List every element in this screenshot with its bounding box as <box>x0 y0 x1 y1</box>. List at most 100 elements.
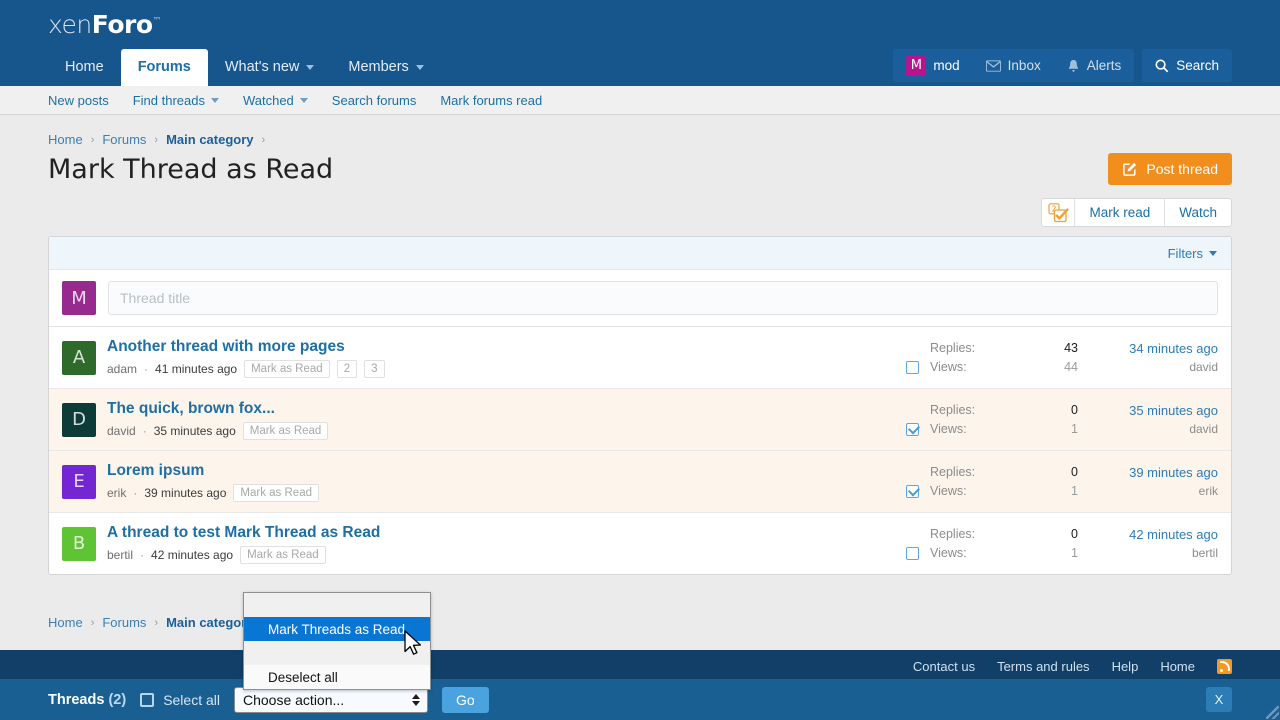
table-row[interactable]: D The quick, brown fox... david · 35 minutes… <box>49 389 1231 451</box>
breadcrumb-item[interactable]: Home <box>48 132 83 147</box>
filter-bar: Filters <box>49 237 1231 270</box>
user-account-link[interactable]: M mod <box>893 49 972 82</box>
nav-tab-members[interactable]: Members <box>331 49 440 86</box>
choose-action-select[interactable]: Choose action... <box>234 686 428 713</box>
subnav-item-label: Watched <box>242 92 294 108</box>
dropdown-option[interactable]: Mark Threads as Read <box>244 617 430 641</box>
thread-title-link[interactable]: A thread to test Mark Thread as Read <box>107 523 380 542</box>
table-row[interactable]: B A thread to test Mark Thread as Read ber… <box>49 513 1231 574</box>
subnav-item-new-posts[interactable]: New posts <box>48 93 121 108</box>
thread-author[interactable]: david <box>107 424 136 438</box>
user-bar: M mod Inbox Alerts Search <box>893 49 1232 82</box>
page-number-link[interactable]: 2 <box>336 360 358 378</box>
thread-main: The quick, brown fox... david · 35 minutes … <box>96 399 894 440</box>
thread-select-checkbox[interactable] <box>905 547 919 560</box>
dropdown-option[interactable]: Deselect all <box>244 665 430 689</box>
choose-action-value: Choose action... <box>243 691 345 708</box>
watch-button[interactable]: Watch <box>1165 199 1231 226</box>
thread-meta: bertil · 42 minutes ago Mark as Read <box>107 546 894 564</box>
subnav-item-mark-forums-read[interactable]: Mark forums read <box>440 93 554 108</box>
filters-button[interactable]: Filters <box>1168 246 1217 261</box>
last-post-author[interactable]: bertil <box>1078 544 1218 563</box>
mark-read-icon-cell[interactable]: 2 <box>1042 199 1076 226</box>
dropdown-option-blank[interactable] <box>244 593 430 617</box>
thread-select-checkbox[interactable] <box>905 361 919 374</box>
mark-as-read-button[interactable]: Mark as Read <box>244 360 330 378</box>
logo-text-thin: xen <box>48 10 92 39</box>
thread-select-cell <box>894 523 930 564</box>
inbox-link[interactable]: Inbox <box>973 49 1054 82</box>
nav-tab-home[interactable]: Home <box>48 49 121 86</box>
nav-tab-what-s-new[interactable]: What's new <box>208 49 332 86</box>
views-value: 1 <box>1071 421 1078 436</box>
views-value: 44 <box>1064 359 1078 374</box>
replies-line: Replies: 0 <box>930 525 1078 544</box>
avatar[interactable]: D <box>62 402 96 437</box>
rss-icon[interactable] <box>1217 659 1232 674</box>
select-arrows-icon <box>412 693 420 706</box>
mark-as-read-button[interactable]: Mark as Read <box>242 422 329 440</box>
footer-link[interactable]: Help <box>1112 659 1139 674</box>
post-thread-button[interactable]: Post thread <box>1108 153 1232 185</box>
avatar[interactable]: B <box>62 526 96 561</box>
thread-author[interactable]: erik <box>107 486 126 500</box>
alerts-link[interactable]: Alerts <box>1054 49 1135 82</box>
subnav-item-search-forums[interactable]: Search forums <box>332 93 429 108</box>
checkbox-badge-icon: 2 <box>1048 202 1069 222</box>
table-row[interactable]: A Another thread with more pages adam · 41 m… <box>49 327 1231 389</box>
thread-title-link[interactable]: Lorem ipsum <box>107 461 204 480</box>
breadcrumb-item[interactable]: Main category <box>166 132 253 147</box>
utility-group: 2 Mark read Watch <box>1041 198 1232 227</box>
thread-title-input[interactable] <box>108 281 1218 315</box>
thread-stats: Replies: 0 Views: 1 <box>930 463 1078 501</box>
replies-line: Replies: 0 <box>930 463 1078 482</box>
mark-as-read-button[interactable]: Mark as Read <box>233 484 319 502</box>
nav-tab-forums[interactable]: Forums <box>120 49 208 86</box>
last-post-cell: 39 minutes ago erik <box>1078 463 1218 501</box>
select-all-checkbox[interactable] <box>140 692 155 707</box>
thread-author[interactable]: adam <box>107 362 137 376</box>
mark-read-button[interactable]: Mark read <box>1075 199 1166 226</box>
last-post-author[interactable]: david <box>1078 420 1218 439</box>
page-number-link[interactable]: 3 <box>364 360 385 378</box>
subnav-item-watched[interactable]: Watched <box>243 93 320 108</box>
footer-link[interactable]: Contact us <box>913 659 975 674</box>
last-post-cell: 42 minutes ago bertil <box>1078 525 1218 563</box>
choose-action-dropdown[interactable]: Mark Threads as Read Deselect all <box>243 592 431 690</box>
last-post-date[interactable]: 39 minutes ago <box>1078 463 1218 482</box>
last-post-date[interactable]: 35 minutes ago <box>1078 401 1218 420</box>
mark-as-read-button[interactable]: Mark as Read <box>240 546 326 564</box>
thread-title-link[interactable]: Another thread with more pages <box>107 337 345 356</box>
last-post-date[interactable]: 42 minutes ago <box>1078 525 1218 544</box>
breadcrumb-item[interactable]: Forums <box>102 132 146 147</box>
last-post-author[interactable]: erik <box>1078 482 1218 501</box>
breadcrumb-separator: › <box>154 133 159 146</box>
chevron-down-icon <box>1209 250 1217 256</box>
footer-link[interactable]: Home <box>1160 659 1195 674</box>
views-value: 1 <box>1071 545 1078 560</box>
thread-author[interactable]: bertil <box>107 548 133 562</box>
avatar[interactable]: A <box>62 340 96 375</box>
table-row[interactable]: E Lorem ipsum erik · 39 minutes ago Mark as R… <box>49 451 1231 513</box>
select-all-control[interactable]: Select all <box>140 692 220 708</box>
last-post-date[interactable]: 34 minutes ago <box>1078 339 1218 358</box>
breadcrumb-item[interactable]: Forums <box>102 615 146 630</box>
meta-separator: · <box>133 486 138 500</box>
thread-main: Lorem ipsum erik · 39 minutes ago Mark as Re… <box>96 461 894 502</box>
close-bar-button[interactable]: X <box>1206 687 1232 712</box>
thread-select-checkbox[interactable] <box>905 485 919 498</box>
subnav-item-find-threads[interactable]: Find threads <box>133 93 231 108</box>
thread-title-link[interactable]: The quick, brown fox... <box>107 399 275 418</box>
bell-icon <box>1068 59 1078 72</box>
footer-link[interactable]: Terms and rules <box>997 659 1089 674</box>
go-button[interactable]: Go <box>442 686 489 713</box>
last-post-author[interactable]: david <box>1078 358 1218 377</box>
search-button[interactable]: Search <box>1142 49 1232 82</box>
thread-stats: Replies: 43 Views: 44 <box>930 339 1078 377</box>
site-logo[interactable]: xenForo™ <box>48 10 161 39</box>
dropdown-option-blank[interactable] <box>244 641 430 665</box>
breadcrumb-item[interactable]: Main category <box>166 615 253 630</box>
thread-select-checkbox[interactable] <box>905 423 919 436</box>
breadcrumb-item[interactable]: Home <box>48 615 83 630</box>
avatar[interactable]: E <box>62 464 96 499</box>
